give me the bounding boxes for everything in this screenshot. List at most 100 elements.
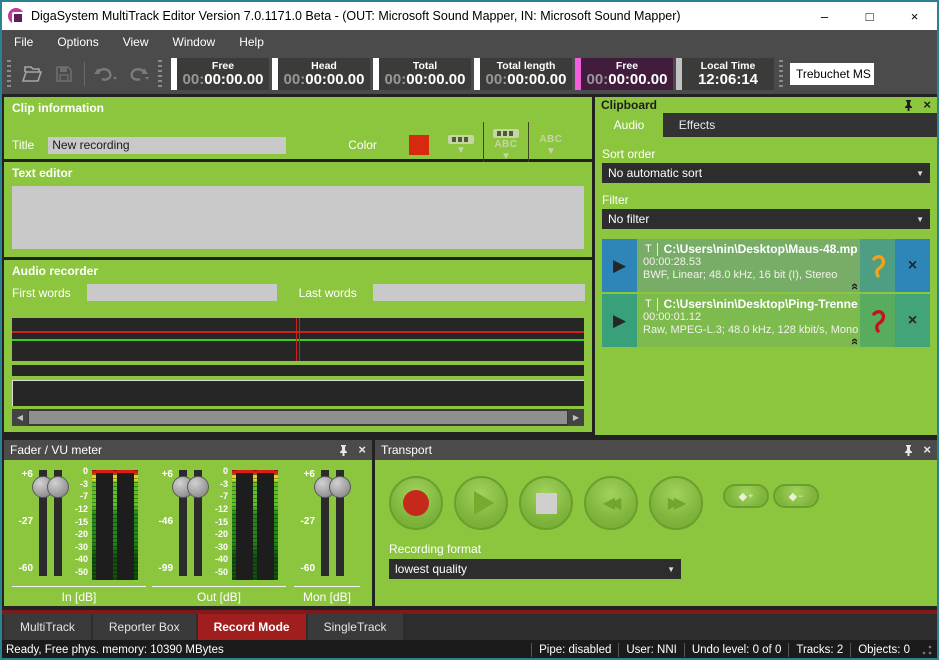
status-message: Ready, Free phys. memory: 10390 MBytes [6, 644, 224, 656]
pin-icon[interactable] [339, 445, 348, 456]
scroll-left-icon[interactable]: ◀ [12, 409, 28, 426]
remove-marker-button[interactable]: ◆− [773, 484, 819, 508]
add-marker-button[interactable]: ◆+ [723, 484, 769, 508]
menu-help[interactable]: Help [239, 35, 264, 49]
prelisten-button[interactable] [860, 239, 895, 292]
forward-button[interactable]: ▶▶ [649, 476, 703, 530]
toolbar-drag-handle[interactable] [158, 60, 162, 88]
scrollbar-thumb[interactable] [29, 411, 567, 424]
scroll-right-icon[interactable]: ▶ [568, 409, 584, 426]
record-button[interactable] [389, 476, 443, 530]
recording-format-label: Recording format [389, 542, 481, 556]
counter-free-disk: Free 00:00:00.00 [575, 58, 673, 90]
remove-entry-button[interactable]: × [895, 239, 930, 292]
transport-titlebar: Transport × [375, 440, 937, 460]
first-words-input[interactable] [87, 284, 277, 301]
prelisten-button[interactable] [860, 294, 895, 347]
clipboard-entry[interactable]: ▶ T C:\Users\nin\Desktop\Ping-Trenner.MP… [602, 294, 930, 347]
panel-close-icon[interactable]: × [923, 99, 931, 111]
toolbar-drag-handle[interactable] [779, 60, 783, 88]
group-label: Out [dB] [152, 587, 286, 604]
chevron-down-icon: ▼ [501, 152, 511, 161]
chevron-down-icon: ▼ [916, 215, 924, 224]
mode-tabs: MultiTrack Reporter Box Record Mode Sing… [2, 614, 937, 640]
save-icon[interactable] [51, 62, 77, 86]
minimize-button[interactable]: – [802, 2, 847, 30]
group-label: Mon [dB] [294, 587, 360, 604]
undo-icon[interactable] [92, 62, 118, 86]
menu-window[interactable]: Window [173, 35, 216, 49]
tab-effects[interactable]: Effects [663, 113, 731, 137]
resize-grip[interactable] [921, 644, 933, 656]
fader-knob[interactable] [329, 476, 351, 498]
clipboard-entry[interactable]: ▶ T C:\Users\nin\Desktop\Maus-48.mp3.wav… [602, 239, 930, 292]
play-button[interactable]: ▶ [602, 294, 637, 347]
recording-format-select[interactable]: lowest quality ▼ [389, 559, 681, 579]
type-letter: T [643, 298, 657, 310]
fader-slider[interactable] [333, 470, 348, 582]
toolbar: Free 00:00:00.00 Head 00:00:00.00 Total … [2, 54, 937, 94]
tab-audio[interactable]: Audio [595, 113, 663, 137]
transport-panel: Transport × ◀◀ ▶▶ ◆+ ◆− Recording format… [375, 440, 937, 606]
filter-label: Filter [602, 193, 930, 207]
tab-multitrack[interactable]: MultiTrack [4, 614, 91, 640]
toolbar-drag-handle[interactable] [7, 60, 11, 88]
menu-file[interactable]: File [14, 35, 33, 49]
chevron-double-up-icon[interactable]: « [848, 283, 860, 290]
menu-options[interactable]: Options [57, 35, 98, 49]
app-icon [8, 8, 24, 24]
first-words-label: First words [12, 286, 71, 300]
text-editor-area[interactable] [12, 186, 584, 249]
clip-track-area[interactable] [12, 380, 584, 406]
tab-singletrack[interactable]: SingleTrack [308, 614, 403, 640]
fader-slider[interactable] [191, 470, 206, 582]
fader-knob[interactable] [187, 476, 209, 498]
filter-select[interactable]: No filter ▼ [602, 209, 930, 229]
ear-icon [868, 254, 888, 278]
entry-path: C:\Users\nin\Desktop\Ping-Trenner.MP3 [664, 297, 858, 311]
panel-title: Clipboard [601, 98, 657, 112]
status-undo-level: Undo level: 0 of 0 [684, 643, 789, 657]
color-swatch[interactable] [409, 135, 429, 155]
close-button[interactable]: × [892, 2, 937, 30]
chevron-double-up-icon[interactable]: « [848, 338, 860, 345]
rewind-button[interactable]: ◀◀ [584, 476, 638, 530]
tab-reporter-box[interactable]: Reporter Box [93, 614, 196, 640]
panel-title: Clip information [4, 97, 592, 115]
vu-scale: 0-3-7 -12-15-20 -30-40-50 [206, 467, 230, 577]
menu-view[interactable]: View [123, 35, 149, 49]
play-icon [474, 491, 494, 515]
play-button[interactable] [454, 476, 508, 530]
type-letter: T [643, 243, 657, 255]
playhead-cursor[interactable] [299, 318, 300, 361]
playhead-cursor[interactable] [296, 318, 297, 361]
fader-knob[interactable] [47, 476, 69, 498]
stop-button[interactable] [519, 476, 573, 530]
play-button[interactable]: ▶ [602, 239, 637, 292]
waveform-display[interactable] [12, 318, 584, 361]
pin-icon[interactable] [904, 100, 913, 111]
last-words-input[interactable] [373, 284, 585, 301]
panel-close-icon[interactable]: × [358, 444, 366, 456]
panel-close-icon[interactable]: × [923, 444, 931, 456]
panel-title: Audio recorder [4, 260, 592, 278]
horizontal-scrollbar[interactable]: ◀ ▶ [12, 409, 584, 426]
status-objects: Objects: 0 [850, 643, 917, 657]
main-area: Clip information Title Color ▼ ABC ▼ [2, 94, 937, 610]
pin-icon[interactable] [904, 445, 913, 456]
fader-slider[interactable] [51, 470, 66, 582]
status-pipe: Pipe: disabled [531, 643, 618, 657]
redo-icon[interactable] [124, 62, 150, 86]
clip-information-panel: Clip information Title Color ▼ ABC ▼ [4, 97, 592, 159]
remove-entry-button[interactable]: × [895, 294, 930, 347]
tab-record-mode[interactable]: Record Mode [198, 614, 306, 640]
clip-title-input[interactable] [48, 137, 286, 154]
clipboard-tabs: Audio Effects [595, 113, 937, 137]
audio-recorder-panel: Audio recorder First words Last words ◀ … [4, 260, 592, 432]
entry-format: Raw, MPEG-L.3; 48.0 kHz, 128 kbit/s, Mon… [643, 324, 858, 337]
open-icon[interactable] [19, 62, 45, 86]
font-selector[interactable]: Trebuchet MS [790, 63, 874, 85]
maximize-button[interactable]: □ [847, 2, 892, 30]
fader-group-mon: +6 -27 -60 Mon [dB] [294, 470, 360, 604]
sort-order-select[interactable]: No automatic sort ▼ [602, 163, 930, 183]
